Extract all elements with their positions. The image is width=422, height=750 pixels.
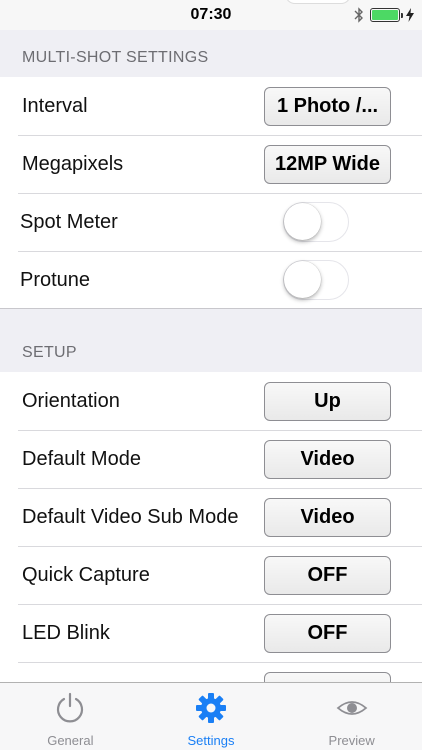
default-mode-label: Default Mode (22, 448, 141, 470)
charging-bolt-icon (406, 8, 414, 22)
default-video-sub-mode-label: Default Video Sub Mode (22, 506, 239, 528)
setup-settings-group: Orientation Up Default Mode Video Defaul… (0, 372, 422, 711)
gear-icon (196, 693, 226, 723)
led-blink-label: LED Blink (22, 622, 110, 644)
protune-toggle-knob (284, 261, 321, 298)
battery-tip (401, 13, 403, 18)
section-header-setup: SETUP (0, 325, 422, 373)
eye-icon (336, 701, 368, 715)
bluetooth-icon (354, 7, 363, 23)
row-orientation: Orientation Up (0, 372, 422, 430)
orientation-label: Orientation (22, 390, 120, 412)
protune-label: Protune (20, 269, 91, 291)
section-header-multishot: MULTI-SHOT SETTINGS (0, 30, 422, 78)
row-default-mode: Default Mode Video (0, 430, 422, 488)
row-protune: Protune (0, 251, 422, 309)
tab-bar: General Settings Preview (0, 682, 422, 750)
megapixels-button[interactable]: 12MP Wide (264, 145, 391, 184)
tab-preview-label: Preview (328, 733, 375, 748)
tab-preview[interactable]: Preview (281, 683, 422, 750)
megapixels-label: Megapixels (22, 153, 124, 175)
default-video-sub-mode-button[interactable]: Video (264, 498, 391, 537)
row-default-video-sub-mode: Default Video Sub Mode Video (0, 488, 422, 546)
interval-label: Interval (22, 95, 88, 117)
battery-fill (372, 10, 398, 20)
status-bar: 07:30 (0, 0, 422, 30)
tab-settings[interactable]: Settings (141, 683, 282, 750)
protune-toggle[interactable] (283, 260, 349, 300)
row-spot-meter: Spot Meter (0, 193, 422, 251)
orientation-button[interactable]: Up (264, 382, 391, 421)
quick-capture-button[interactable]: OFF (264, 556, 391, 595)
led-blink-button[interactable]: OFF (264, 614, 391, 653)
tab-general[interactable]: General (0, 683, 141, 750)
partial-toggle-remnant (285, 0, 351, 4)
tab-settings-label: Settings (187, 733, 235, 748)
spot-meter-label: Spot Meter (20, 211, 118, 233)
power-icon (57, 692, 84, 723)
section-header-multishot-text: MULTI-SHOT SETTINGS (22, 49, 209, 66)
tab-general-label: General (47, 733, 94, 748)
multishot-settings-group: Interval 1 Photo /... Megapixels 12MP Wi… (0, 77, 422, 309)
default-mode-button[interactable]: Video (264, 440, 391, 479)
spot-meter-toggle[interactable] (283, 202, 349, 242)
status-indicators (354, 6, 414, 24)
section-header-setup-text: SETUP (22, 344, 77, 361)
row-led-blink: LED Blink OFF (0, 604, 422, 662)
row-quick-capture: Quick Capture OFF (0, 546, 422, 604)
row-megapixels: Megapixels 12MP Wide (0, 135, 422, 193)
row-interval: Interval 1 Photo /... (0, 77, 422, 135)
spot-meter-toggle-knob (284, 203, 321, 240)
quick-capture-label: Quick Capture (22, 564, 150, 586)
interval-button[interactable]: 1 Photo /... (264, 87, 391, 126)
battery-icon (370, 8, 403, 22)
